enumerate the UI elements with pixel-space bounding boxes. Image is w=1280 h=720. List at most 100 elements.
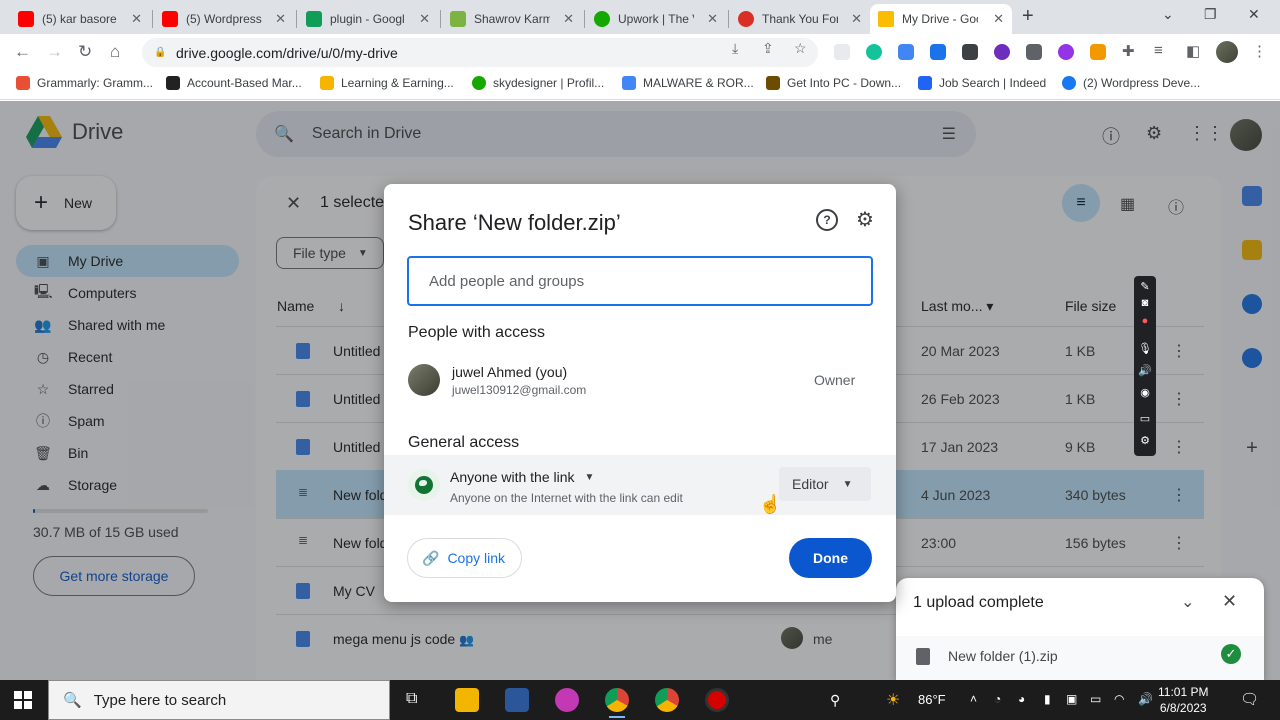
extension-icon[interactable] <box>930 44 946 60</box>
chevron-down-icon[interactable]: ⌄ <box>1162 6 1174 23</box>
record-icon[interactable] <box>705 688 729 712</box>
weather-temp[interactable]: 86°F <box>918 692 946 707</box>
new-tab-icon[interactable]: + <box>1022 5 1034 28</box>
tray-app-icon[interactable]: ▣ <box>1066 692 1077 706</box>
pen-icon[interactable]: ✎ <box>1138 280 1152 294</box>
extension-icon[interactable] <box>834 44 850 60</box>
upwork-icon <box>472 76 486 90</box>
record-icon[interactable]: ● <box>1138 314 1152 328</box>
browser-tab[interactable]: plugin - Googl ✕ <box>298 4 438 34</box>
share-dialog: Share ‘New folder.zip’ ? ⚙ People with a… <box>384 184 896 602</box>
notification-icon[interactable]: 🗨 <box>1240 690 1259 708</box>
chevron-down-icon[interactable]: ⌄ <box>1181 592 1194 612</box>
battery-icon[interactable]: ▭ <box>1090 692 1101 706</box>
facebook-icon <box>1062 76 1076 90</box>
camera-icon[interactable]: ◙ <box>1138 296 1152 310</box>
check-icon: ✓ <box>1221 644 1241 664</box>
extension-icon[interactable] <box>1058 44 1074 60</box>
browser-tab[interactable]: (5) Wordpress ✕ <box>154 4 294 34</box>
access-type-dropdown[interactable]: Anyone with the link ▼ <box>450 469 594 485</box>
puzzle-icon[interactable]: ✚ <box>1122 42 1135 60</box>
chrome-icon[interactable] <box>655 688 679 712</box>
copy-link-button[interactable]: 🔗 Copy link <box>407 538 522 578</box>
browser-tab[interactable]: Shawrov Karm ✕ <box>442 4 582 34</box>
bookmark-item[interactable]: Account-Based Mar... <box>166 76 302 90</box>
mic-icon[interactable]: 🎙 <box>1138 342 1152 356</box>
more-vert-icon[interactable]: ⋮ <box>1252 42 1267 60</box>
browser-tab[interactable]: Thank You For ✕ <box>730 4 870 34</box>
speaker-icon[interactable]: 🔊 <box>1138 364 1152 378</box>
close-icon[interactable]: ✕ <box>275 11 286 27</box>
word-icon[interactable] <box>505 688 529 712</box>
tray-app-icon[interactable]: ◕ <box>1018 692 1025 706</box>
globe-icon <box>408 469 440 501</box>
browser-tab[interactable]: (5) kar basore ✕ <box>10 4 150 34</box>
person-email: juwel130912@gmail.com <box>452 383 587 397</box>
home-icon[interactable]: ⌂ <box>110 42 120 62</box>
taskbar-search-input[interactable]: 🔍 Type here to search <box>48 680 390 720</box>
restore-icon[interactable]: ❐ <box>1204 6 1217 23</box>
youtube-icon <box>18 11 34 27</box>
close-icon[interactable]: ✕ <box>1222 591 1237 612</box>
webcam-icon[interactable]: ◉ <box>1138 386 1152 400</box>
bookmark-item[interactable]: Get Into PC - Down... <box>766 76 901 90</box>
back-icon[interactable]: ← <box>14 42 31 62</box>
help-icon[interactable]: ? <box>816 209 838 231</box>
extension-icon[interactable] <box>1026 44 1042 60</box>
upload-item[interactable]: New folder (1).zip ✓ <box>896 636 1264 680</box>
browser-tab[interactable]: Upwork | The V ✕ <box>586 4 726 34</box>
browser-tab-active[interactable]: My Drive - Goo ✕ <box>870 4 1012 34</box>
extension-icon[interactable] <box>1090 44 1106 60</box>
messenger-icon[interactable] <box>555 688 579 712</box>
bookmarks-bar: Grammarly: Gramm... Account-Based Mar...… <box>0 70 1280 100</box>
close-icon[interactable]: ✕ <box>419 11 430 27</box>
translate-icon[interactable] <box>898 44 914 60</box>
add-people-input[interactable] <box>407 256 873 306</box>
profile-avatar[interactable] <box>1216 41 1238 63</box>
close-window-icon[interactable]: ✕ <box>1248 6 1260 23</box>
close-icon[interactable]: ✕ <box>993 11 1004 27</box>
close-icon[interactable]: ✕ <box>131 11 142 27</box>
bookmark-label: Account-Based Mar... <box>187 76 302 90</box>
bookmark-star-icon[interactable]: ☆ <box>794 40 807 57</box>
people-icon[interactable]: ⚲ <box>830 692 840 709</box>
close-icon[interactable]: ✕ <box>563 11 574 27</box>
extension-icon[interactable] <box>994 44 1010 60</box>
install-icon[interactable]: ⤓ <box>732 40 738 57</box>
gear-icon[interactable]: ⚙ <box>1138 434 1152 448</box>
bookmark-item[interactable]: skydesigner | Profil... <box>472 76 604 90</box>
tab-title: (5) kar basore <box>42 12 117 26</box>
grammarly-icon[interactable] <box>866 44 882 60</box>
bookmark-item[interactable]: (2) Wordpress Deve... <box>1062 76 1200 90</box>
bookmark-item[interactable]: Grammarly: Gramm... <box>16 76 153 90</box>
tray-app-icon[interactable]: ◔ <box>994 692 1001 706</box>
close-icon[interactable]: ✕ <box>707 11 718 27</box>
wifi-icon[interactable]: ◠ <box>1114 692 1124 706</box>
gear-icon[interactable]: ⚙ <box>856 207 874 232</box>
speaker-icon[interactable]: 🔊 <box>1138 692 1153 706</box>
reload-icon[interactable]: ↻ <box>78 42 92 62</box>
forward-icon[interactable]: → <box>46 42 63 62</box>
media-icon[interactable]: ≡ <box>1154 42 1163 59</box>
bookmark-item[interactable]: Job Search | Indeed <box>918 76 1046 90</box>
file-explorer-icon[interactable] <box>455 688 479 712</box>
avatar <box>408 364 440 396</box>
chevron-up-icon[interactable]: ˄ <box>970 692 977 706</box>
windows-start-icon[interactable] <box>14 691 32 709</box>
close-icon[interactable]: ✕ <box>851 11 862 27</box>
dialog-title: Share ‘New folder.zip’ <box>408 210 621 235</box>
bookmark-item[interactable]: MALWARE & ROR... <box>622 76 754 90</box>
bookmark-item[interactable]: Learning & Earning... <box>320 76 454 90</box>
done-button[interactable]: Done <box>789 538 872 578</box>
sidebar-icon[interactable]: ◧ <box>1186 42 1200 60</box>
task-view-icon[interactable]: ⧉ <box>406 690 417 708</box>
clock[interactable]: 11:01 PM 6/8/2023 <box>1158 684 1208 716</box>
role-dropdown[interactable]: Editor ▼ <box>779 467 871 501</box>
share-icon[interactable]: ⇪ <box>762 40 774 57</box>
url-text: drive.google.com/drive/u/0/my-drive <box>176 44 398 61</box>
screen-icon[interactable]: ▭ <box>1138 412 1152 426</box>
chrome-icon[interactable] <box>605 688 629 718</box>
mic-icon[interactable]: ▮ <box>1044 692 1051 706</box>
extension-icon[interactable] <box>962 44 978 60</box>
url-field[interactable]: 🔒 drive.google.com/drive/u/0/my-drive <box>142 38 818 67</box>
